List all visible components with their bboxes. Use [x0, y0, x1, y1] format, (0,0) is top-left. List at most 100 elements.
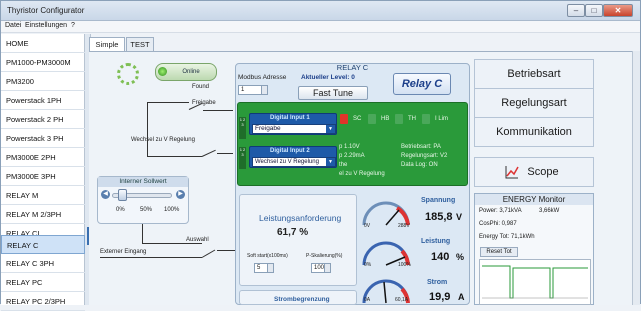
maximize-button[interactable]: □	[585, 4, 603, 17]
reset-total-button[interactable]: Reset Tot	[480, 247, 518, 257]
scope-chart-icon	[505, 166, 519, 179]
pskalierung-label: P-Skalierung(%)	[306, 253, 343, 259]
sidebar-item-pm3200[interactable]: PM3200	[1, 72, 85, 91]
modbus-address-input[interactable]: 1	[238, 85, 268, 95]
digital-input-2-value: Wechsel zu V Regelung	[255, 159, 319, 165]
sidebar-item-pm1000[interactable]: PM1000-PM3000M	[1, 53, 85, 72]
menu-bar: Datei Einstellungen ?	[1, 21, 640, 33]
led-label-sc: SC	[353, 116, 362, 122]
softstart-value: 5	[257, 265, 261, 271]
menu-settings[interactable]: Einstellungen	[25, 22, 67, 29]
dropdown-arrow-icon[interactable]: ▼	[326, 158, 335, 166]
spannung-unit: V	[456, 212, 463, 222]
sidebar-item-relay-pc[interactable]: RELAY PC	[1, 273, 85, 292]
menu-file[interactable]: Datei	[5, 22, 21, 29]
leistungsanforderung-value: 61,7 %	[277, 227, 309, 238]
sidebar-item-relay-m[interactable]: RELAY M	[1, 186, 85, 205]
energy-waveform-icon	[482, 265, 588, 299]
info-right-1: Regelungsart: V2	[401, 153, 448, 159]
digital-input-1-box: Digital Input 1 Freigabe ▼	[249, 113, 337, 135]
pskalierung-spinner-icon[interactable]	[324, 264, 330, 272]
wire	[100, 257, 202, 258]
dropdown-arrow-icon[interactable]: ▼	[326, 125, 335, 133]
energy-cosphi: CosPhi: 0,987	[479, 221, 517, 227]
digital-input-1-value: Freigabe	[255, 125, 281, 132]
hb-led-icon	[368, 114, 376, 124]
sollwert-increase-icon[interactable]: ▶	[176, 190, 185, 199]
spannung-value: 185,8	[425, 211, 453, 223]
wire	[217, 250, 235, 251]
sollwert-slider-knob[interactable]	[118, 189, 127, 201]
leistung-max: 100%	[398, 262, 411, 268]
sollwert-decrease-icon[interactable]: ◀	[101, 190, 110, 199]
strom-unit: A	[458, 292, 465, 302]
energy-monitor: ENERGY Monitor Power: 3,71kVA 3,66kW Cos…	[474, 193, 594, 305]
panel-title: RELAY C	[336, 63, 369, 72]
sidebar-item-relay-c-3ph[interactable]: RELAY C 3PH	[1, 254, 85, 273]
digital-input-1-label: Digital Input 1	[270, 115, 310, 121]
sidebar-item-relay-c[interactable]: RELAY C	[1, 235, 85, 254]
info-left-0: p 1.10V	[339, 144, 360, 150]
sidebar-item-pm3000e-2ph[interactable]: PM3000E 2PH	[1, 148, 85, 167]
modbus-spinner-icon[interactable]	[261, 86, 267, 94]
sollwert-title: Interner Sollwert	[98, 177, 188, 187]
regelungsart-button[interactable]: Regelungsart	[474, 88, 594, 118]
wire	[147, 156, 202, 157]
digital-input-2-box: Digital Input 2 Wechsel zu V Regelung ▼	[249, 146, 337, 168]
energy-plot	[479, 259, 591, 305]
sollwert-tick-100: 100%	[164, 207, 180, 213]
sidebar-item-powerstack-3ph[interactable]: Powerstack 3 PH	[1, 129, 85, 148]
softstart-input[interactable]: 5	[254, 263, 274, 273]
content-scrollbar[interactable]	[632, 51, 640, 305]
tab-test[interactable]: TEST	[126, 37, 154, 51]
spannung-label: Spannung	[421, 197, 456, 204]
info-left-3: el zu V Regelung	[339, 171, 385, 177]
menu-help[interactable]: ?	[71, 22, 75, 29]
relay-c-logo: Relay C	[393, 73, 451, 95]
strombegrenzung-label: Strombegrenzung	[274, 296, 330, 303]
info-right-0: Betriebsart: PA	[401, 144, 441, 150]
online-led-icon	[158, 67, 167, 76]
sidebar-item-powerstack-1ph[interactable]: Powerstack 1PH	[1, 91, 85, 110]
sidebar-item-relay-m-23ph[interactable]: RELAY M 2/3PH	[1, 205, 85, 224]
fast-tune-button[interactable]: Fast Tune	[298, 86, 368, 100]
connection-spinner-icon	[117, 63, 139, 85]
softstart-label: Soft start(x100ms)	[247, 253, 288, 259]
th-led-icon	[395, 114, 403, 124]
leistung-meter-label: Leistung	[421, 238, 451, 245]
digital-input-1-select[interactable]: Freigabe ▼	[252, 124, 336, 134]
spannung-max: 288V	[398, 223, 410, 229]
softstart-spinner-icon[interactable]	[267, 264, 273, 272]
minimize-button[interactable]: –	[567, 4, 585, 17]
digital-input-2-select[interactable]: Wechsel zu V Regelung ▼	[252, 157, 336, 167]
tab-simple[interactable]: Simple	[89, 37, 125, 52]
slot-2-icon: 1 2 3	[239, 147, 246, 169]
ilim-led-icon	[422, 114, 430, 124]
led-label-th: TH	[408, 116, 416, 122]
leistungsanforderung-label: Leistungsanforderung	[259, 213, 342, 223]
sidebar-item-powerstack-2ph[interactable]: Powerstack 2 PH	[1, 110, 85, 129]
sidebar-item-relay-pc-23ph[interactable]: RELAY PC 2/3PH	[1, 292, 85, 311]
spannung-gauge-icon	[362, 201, 410, 226]
wire	[147, 102, 148, 116]
digital-input-2-label: Digital Input 2	[270, 148, 310, 154]
sidebar-item-pm3000e-3ph[interactable]: PM3000E 3PH	[1, 167, 85, 186]
app-window: Thyristor Configurator – □ ✕ Datei Einst…	[0, 0, 641, 311]
energy-title: ENERGY Monitor	[475, 194, 593, 205]
kommunikation-button[interactable]: Kommunikation	[474, 117, 594, 147]
window-title: Thyristor Configurator	[7, 6, 85, 15]
sollwert-tick-50: 50%	[140, 207, 153, 213]
online-label: Online	[182, 69, 200, 75]
leistung-min: 0%	[364, 262, 372, 268]
sidebar-item-home[interactable]: HOME	[1, 34, 85, 53]
close-button[interactable]: ✕	[603, 4, 633, 17]
betriebsart-button[interactable]: Betriebsart	[474, 59, 594, 89]
energy-power-kw: 3,66kW	[539, 208, 560, 214]
led-label-ilim: I Lim	[435, 116, 449, 122]
strom-max: 60,1A	[395, 297, 409, 303]
scope-button[interactable]: Scope	[474, 157, 594, 187]
pskalierung-input[interactable]: 100	[311, 263, 331, 273]
wire	[217, 153, 233, 154]
wire	[147, 135, 148, 157]
sollwert-tick-0: 0%	[116, 207, 125, 213]
